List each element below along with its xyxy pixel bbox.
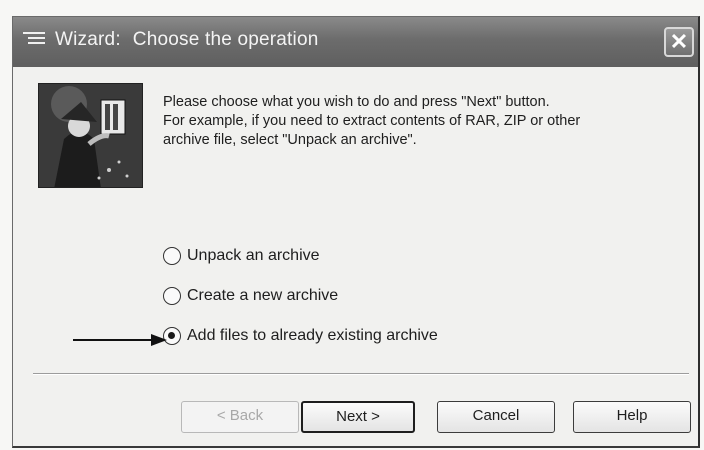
radio-selected-dot — [168, 332, 175, 339]
help-button[interactable]: Help — [573, 401, 691, 433]
title-bar[interactable]: Wizard: Choose the operation ✕ — [13, 17, 698, 67]
option-label: Unpack an archive — [187, 247, 320, 264]
cancel-button[interactable]: Cancel — [437, 401, 555, 433]
wizard-dialog: Wizard: Choose the operation ✕ Please cho… — [12, 16, 700, 448]
back-button[interactable]: < Back — [181, 401, 299, 433]
close-button[interactable]: ✕ — [664, 27, 694, 57]
wizard-logo-icon — [38, 83, 143, 188]
window-title-step: Choose the operation — [132, 29, 319, 50]
radio-unpack-archive[interactable] — [163, 247, 181, 265]
close-icon: ✕ — [669, 29, 689, 54]
arrow-right-icon — [73, 334, 167, 346]
intro-line-3: archive file, select "Unpack an archive"… — [163, 132, 417, 148]
divider — [33, 373, 689, 375]
window-title-app: Wizard: — [55, 29, 121, 50]
next-button[interactable]: Next > — [301, 401, 415, 433]
intro-text: Please choose what you wish to do and pr… — [163, 93, 683, 150]
option-label: Add files to already existing archive — [187, 327, 438, 344]
radio-create-archive[interactable] — [163, 287, 181, 305]
intro-line-1: Please choose what you wish to do and pr… — [163, 94, 550, 110]
list-icon — [23, 32, 45, 50]
window-title: Wizard: Choose the operation — [55, 29, 318, 51]
intro-line-2: For example, if you need to extract cont… — [163, 113, 581, 129]
option-label: Create a new archive — [187, 287, 339, 304]
